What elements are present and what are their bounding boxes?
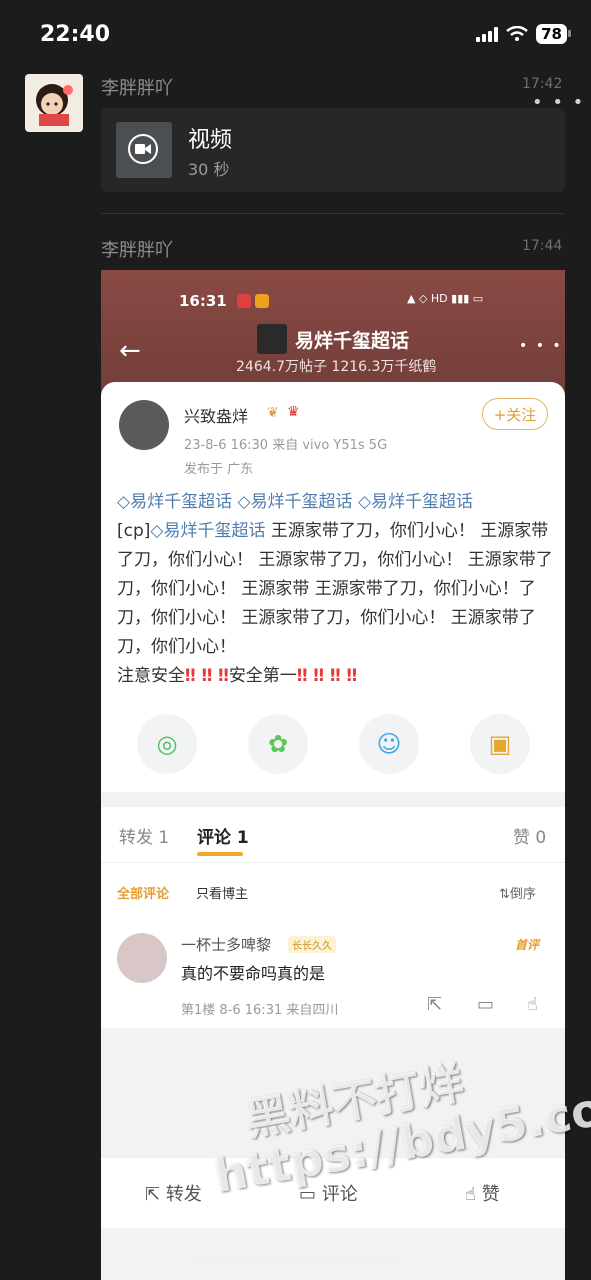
share-row: ◎ ✿ ☺ ▣ (101, 714, 565, 778)
signal-icon (476, 26, 499, 42)
tab-likes[interactable]: 赞 0 (513, 823, 546, 848)
video-duration: 30 秒 (188, 160, 230, 179)
fan-badge: 长长久久 (288, 936, 336, 953)
comment-text: 真的不要命吗真的是 (181, 964, 326, 983)
topic-tag: ◇易烊千玺超话 (117, 492, 233, 512)
weibo-icon (255, 294, 269, 308)
post-text-2: 王源家带了刀，你们小心！ 王源家带了刀，你们小心！ 王源家带了刀，你们小心！ 王… (117, 521, 553, 657)
active-tab-indicator (197, 852, 243, 856)
inner-status-time: 16:31 (179, 292, 227, 310)
topic-tag: ◇易烊千玺超话 (357, 492, 474, 512)
status-bar-time: 22:40 (40, 22, 111, 47)
first-comment-badge: 首评 (515, 938, 540, 952)
double-exclamation-icon: ‼ ‼ ‼ (185, 666, 229, 686)
video-camera-icon (128, 134, 158, 164)
save-image-icon[interactable]: ▣ (470, 714, 530, 774)
post-text-1: 王源家带了刀，你们小心！ (270, 521, 475, 541)
repost-button[interactable]: ⇱ 转发 (145, 1180, 202, 1206)
battery-indicator: 78 (536, 24, 571, 44)
tab-repost[interactable]: 转发 1 (119, 823, 169, 848)
like-button[interactable]: ☝ 赞 (465, 1180, 500, 1206)
topic-title: 易烊千玺超话 (295, 330, 410, 352)
message-time: 17:44 (522, 238, 563, 254)
qq-share-icon[interactable]: ☺ (359, 714, 419, 774)
moments-share-icon[interactable]: ✿ (248, 714, 308, 774)
video-thumbnail[interactable] (116, 122, 172, 178)
back-arrow-icon[interactable]: ← (119, 336, 141, 366)
post-meta: 23-8-6 16:30 来自 vivo Y51s 5G (184, 438, 388, 453)
topic-tag: ◇易烊千玺超话 (237, 492, 353, 512)
video-title: 视频 (188, 128, 233, 153)
like-comment-icon[interactable]: ☝ (527, 994, 538, 1015)
status-bar-indicators: 78 (476, 24, 571, 44)
share-comment-icon[interactable]: ⇱ (427, 994, 442, 1015)
badge-icon: ❦ (267, 405, 279, 421)
like-icon: ☝ (465, 1184, 482, 1205)
reply-comment-icon[interactable]: ▭ (477, 994, 494, 1015)
tab-comments[interactable]: 评论 1 (197, 823, 249, 848)
topic-more-icon[interactable]: • • • (519, 338, 563, 354)
topic-stats: 2464.7万帖子 1216.3万千纸鹤 (236, 359, 437, 375)
home-indicator[interactable] (190, 1258, 400, 1264)
comment-meta: 第1楼 8-6 16:31 来自四川 (181, 1003, 339, 1018)
wechat-share-icon[interactable]: ◎ (137, 714, 197, 774)
warning-2: 安全第一 (228, 666, 297, 686)
repost-icon: ⇱ (145, 1184, 166, 1205)
message-sender: 李胖胖吖 (101, 240, 173, 261)
poster-name[interactable]: 兴致盎烊 (184, 403, 248, 427)
vip-icon: ♛ (287, 404, 300, 420)
warning-1: 注意安全 (117, 666, 185, 686)
sort-icon: ⇅ (499, 887, 510, 902)
sort-toggle[interactable]: ⇅倒序 (499, 883, 536, 902)
post-location: 发布于 广东 (184, 462, 254, 477)
topic-avatar (257, 324, 287, 354)
poster-avatar[interactable] (119, 400, 169, 450)
inner-status-icons: ▲ ◇ HD ▮▮▮ ▭ (407, 292, 484, 305)
filter-op-only[interactable]: 只看博主 (196, 883, 248, 902)
double-exclamation-icon: ‼ ‼ ‼ ‼ (296, 666, 358, 686)
app-icon (237, 294, 251, 308)
message-time: 17:42 (522, 76, 563, 92)
more-options-icon[interactable]: • • • (532, 94, 585, 112)
post-body: ◇易烊千玺超话 ◇易烊千玺超话 ◇易烊千玺超话 [cp]◇易烊千玺超话 王源家带… (117, 488, 557, 691)
cp-marker: [cp] (117, 521, 151, 541)
contact-avatar[interactable] (25, 74, 83, 132)
wifi-icon (506, 26, 528, 41)
comment-section: 全部评论 只看博主 ⇅倒序 一杯士多啤黎 长长久久 首评 真的不要命吗真的是 第… (101, 863, 565, 1028)
commenter-name[interactable]: 一杯士多啤黎 (181, 934, 271, 955)
commenter-avatar[interactable] (117, 933, 167, 983)
filter-all-comments[interactable]: 全部评论 (117, 883, 169, 902)
follow-button[interactable]: +关注 (482, 398, 548, 430)
tabs-bar: 转发 1 评论 1 赞 0 (101, 807, 565, 862)
message-divider (101, 213, 565, 214)
topic-tag: ◇易烊千玺超话 (150, 521, 266, 541)
message-sender: 李胖胖吖 (101, 78, 173, 99)
